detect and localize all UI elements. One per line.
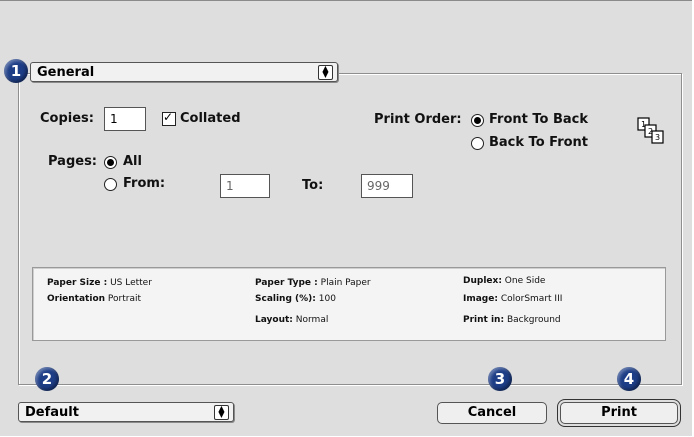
popup-arrows-icon: ▲ ▼ <box>318 65 333 80</box>
pages-to-label: To: <box>302 178 324 193</box>
front-to-back-label: Front To Back <box>489 112 589 127</box>
panel-selector-popup[interactable]: General ▲ ▼ <box>30 62 338 82</box>
svg-text:3: 3 <box>655 133 660 142</box>
presets-value: Default <box>25 405 79 420</box>
pages-from-radio[interactable] <box>104 178 117 191</box>
settings-summary: Paper Size : US Letter Orientation Portr… <box>32 267 666 341</box>
collated-label: Collated <box>180 111 241 126</box>
pages-all-label: All <box>123 154 142 169</box>
summary-print-in: Print in: Background <box>463 315 561 325</box>
callout-marker-1: 1 <box>4 59 28 83</box>
pages-to-field[interactable]: 999 <box>361 174 413 198</box>
collated-checkbox[interactable] <box>162 110 176 126</box>
presets-popup[interactable]: Default ▲ ▼ <box>18 402 234 422</box>
pages-from-label: From: <box>123 176 166 191</box>
pages-label: Pages: <box>48 154 98 169</box>
summary-layout: Layout: Normal <box>255 315 329 325</box>
back-to-front-radio[interactable] <box>471 137 484 150</box>
page-order-icon: 1 2 3 <box>637 117 664 144</box>
back-to-front-label: Back To Front <box>489 135 589 150</box>
summary-image: Image: ColorSmart III <box>463 294 563 304</box>
print-order-label: Print Order: <box>374 112 462 127</box>
print-dialog: 1 General ▲▼ Copies: 1 Collated Pages: A… <box>0 0 692 436</box>
callout-marker-3: 3 <box>488 367 512 391</box>
pages-all-radio[interactable] <box>104 156 117 169</box>
callout-marker-4: 4 <box>617 367 641 391</box>
cancel-button[interactable]: Cancel <box>437 402 547 424</box>
summary-paper-size: Paper Size : US Letter <box>47 278 152 288</box>
summary-paper-type: Paper Type : Plain Paper <box>255 278 371 288</box>
pages-from-field[interactable]: 1 <box>220 174 270 198</box>
callout-marker-2: 2 <box>35 367 59 391</box>
summary-orientation: Orientation Portrait <box>47 294 142 304</box>
summary-scaling: Scaling (%): 100 <box>255 294 336 304</box>
summary-duplex: Duplex: One Side <box>463 276 546 286</box>
print-button[interactable]: Print <box>560 402 678 424</box>
popup-arrows-icon: ▲ ▼ <box>214 405 229 420</box>
copies-field[interactable]: 1 <box>104 107 146 131</box>
front-to-back-radio[interactable] <box>471 114 484 127</box>
copies-label: Copies: <box>40 111 94 126</box>
panel-selector-value: General <box>37 65 95 80</box>
